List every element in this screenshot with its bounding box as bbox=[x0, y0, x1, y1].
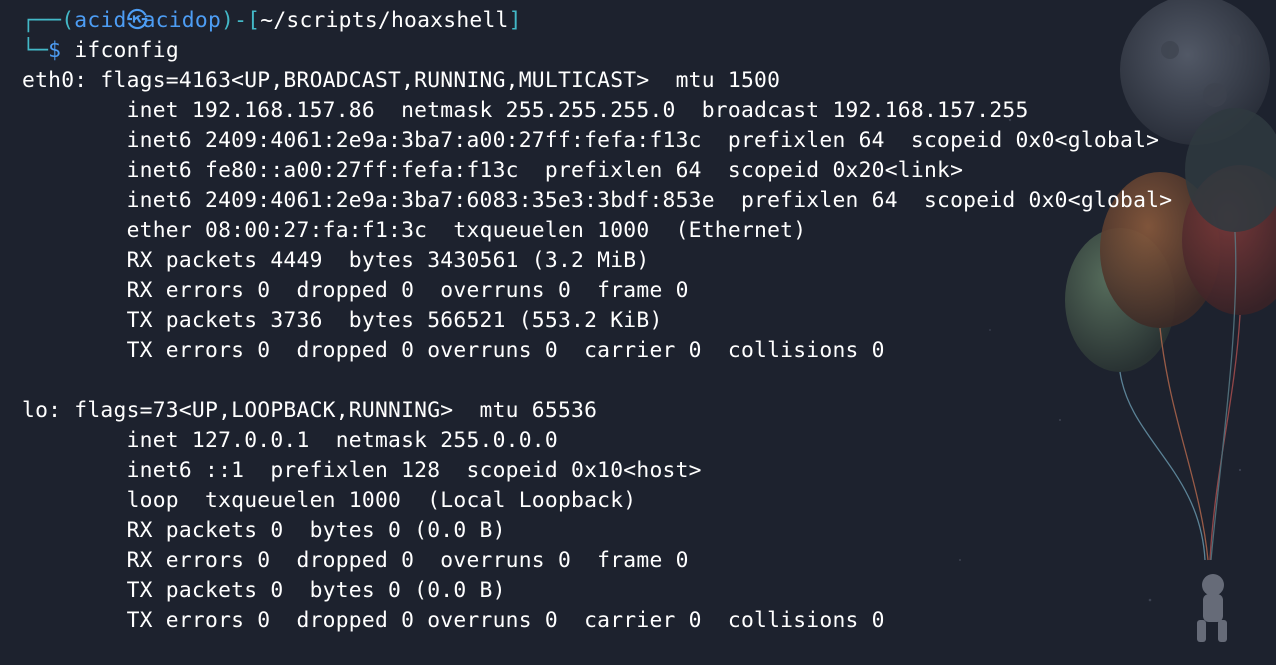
prompt-frame-close: ] bbox=[508, 8, 522, 33]
prompt-cwd: ~/scripts/hoaxshell bbox=[260, 8, 509, 33]
output-line: TX errors 0 dropped 0 overruns 0 carrier… bbox=[22, 608, 885, 633]
output-line: eth0: flags=4163<UP,BROADCAST,RUNNING,MU… bbox=[22, 68, 781, 93]
output-line: lo: flags=73<UP,LOOPBACK,RUNNING> mtu 65… bbox=[22, 398, 598, 423]
output-line: TX packets 0 bytes 0 (0.0 B) bbox=[22, 578, 506, 603]
output-line: inet 192.168.157.86 netmask 255.255.255.… bbox=[22, 98, 1029, 123]
output-line: RX errors 0 dropped 0 overruns 0 frame 0 bbox=[22, 548, 689, 573]
command-line[interactable]: └─$ ifconfig bbox=[22, 36, 1172, 66]
output-line: RX packets 4449 bytes 3430561 (3.2 MiB) bbox=[22, 248, 650, 273]
prompt-host: acidop bbox=[142, 8, 222, 33]
output-line: inet6 fe80::a00:27ff:fefa:f13c prefixlen… bbox=[22, 158, 964, 183]
output-line: RX packets 0 bytes 0 (0.0 B) bbox=[22, 518, 506, 543]
output-line: inet 127.0.0.1 netmask 255.0.0.0 bbox=[22, 428, 558, 453]
astronaut bbox=[1197, 574, 1227, 642]
output-line: TX errors 0 dropped 0 overruns 0 carrier… bbox=[22, 338, 885, 363]
output-line: RX errors 0 dropped 0 overruns 0 frame 0 bbox=[22, 278, 689, 303]
output-line: TX packets 3736 bytes 566521 (553.2 KiB) bbox=[22, 308, 663, 333]
prompt-user: acid bbox=[74, 8, 127, 33]
terminal-output[interactable]: ┌──(acid㉿acidop)-[~/scripts/hoaxshell] └… bbox=[22, 6, 1172, 636]
prompt-frame-open: ┌──( bbox=[22, 8, 75, 33]
output-line: inet6 ::1 prefixlen 128 scopeid 0x10<hos… bbox=[22, 458, 702, 483]
command-text: ifconfig bbox=[74, 38, 179, 63]
output-line: inet6 2409:4061:2e9a:3ba7:6083:35e3:3bdf… bbox=[22, 188, 1173, 213]
output-line: inet6 2409:4061:2e9a:3ba7:a00:27ff:fefa:… bbox=[22, 128, 1160, 153]
prompt-dollar: $ bbox=[48, 38, 62, 63]
output-line: loop txqueuelen 1000 (Local Loopback) bbox=[22, 488, 637, 513]
prompt-frame-mid: )-[ bbox=[221, 8, 261, 33]
output-line: ether 08:00:27:fa:f1:3c txqueuelen 1000 … bbox=[22, 218, 807, 243]
prompt-frame-bottom: └─ bbox=[22, 38, 49, 63]
skull-icon: ㉿ bbox=[126, 8, 149, 33]
prompt-line: ┌──(acid㉿acidop)-[~/scripts/hoaxshell] bbox=[22, 6, 1172, 36]
